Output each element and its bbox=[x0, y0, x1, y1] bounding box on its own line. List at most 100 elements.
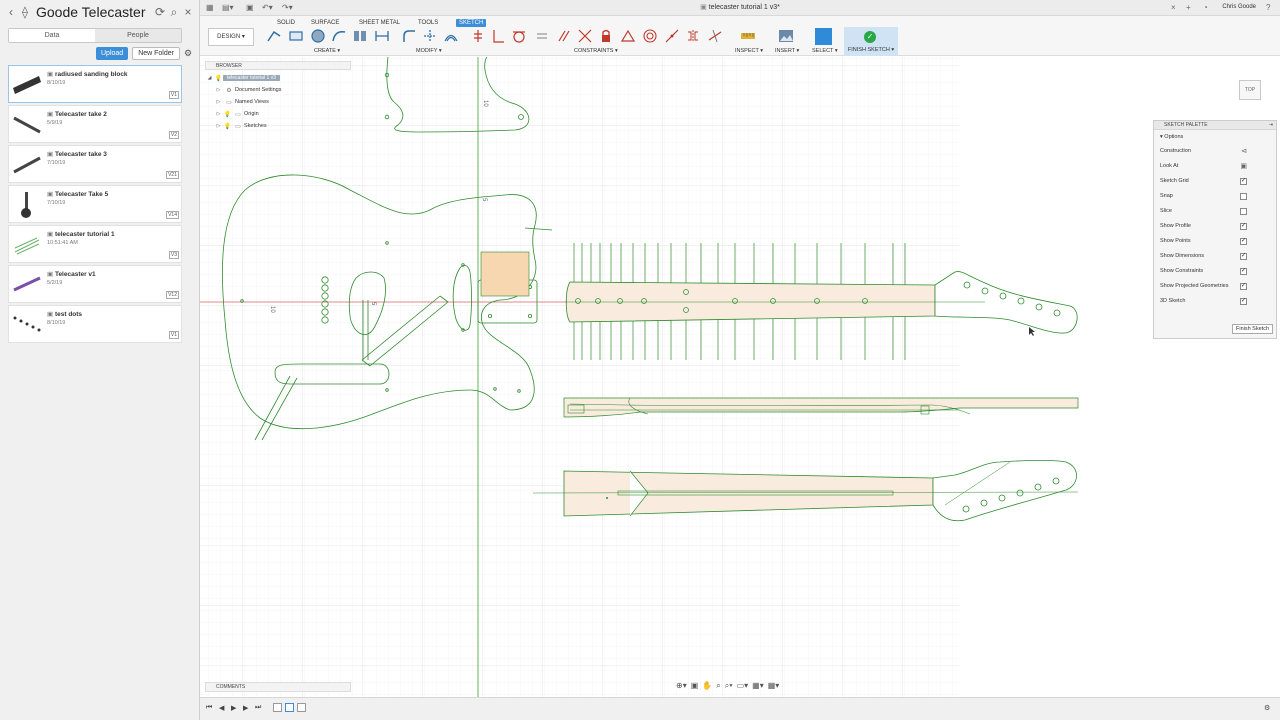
browser-item-sketches[interactable]: ▷ 💡 ▭ Sketches bbox=[205, 120, 351, 132]
expand-icon[interactable]: ▷ bbox=[214, 123, 223, 129]
file-item[interactable]: radiused sanding block 8/10/19 V1 bbox=[8, 65, 182, 103]
horizontal-vertical-constraint-icon[interactable] bbox=[664, 28, 680, 44]
tab-tools[interactable]: TOOLS bbox=[415, 19, 441, 27]
create-menu[interactable]: CREATE ▾ bbox=[314, 48, 340, 54]
visibility-bulb-icon[interactable]: 💡 bbox=[223, 123, 232, 130]
dimension-label[interactable]: 10 bbox=[269, 306, 275, 313]
palette-row[interactable]: Show Projected Geometries ✓ bbox=[1154, 279, 1276, 294]
palette-checkbox[interactable] bbox=[1240, 193, 1247, 200]
inspect-menu[interactable]: INSPECT ▾ bbox=[735, 48, 763, 54]
collapse-arrows-icon[interactable]: ⇥ bbox=[1269, 121, 1273, 130]
palette-checkbox[interactable]: ✓ bbox=[1240, 223, 1247, 230]
workspace-design-button[interactable]: DESIGN ▾ bbox=[208, 28, 254, 46]
rectangle-tool-icon[interactable] bbox=[288, 28, 304, 44]
line-tool-icon[interactable] bbox=[266, 28, 282, 44]
palette-row[interactable]: Sketch Grid ✓ bbox=[1154, 174, 1276, 189]
sketch-canvas[interactable]: 10 5 10 5 bbox=[200, 57, 1280, 697]
browser-item-document-settings[interactable]: ▷ ⚙ Document Settings bbox=[205, 84, 351, 96]
insert-image-icon[interactable] bbox=[778, 28, 794, 44]
perpendicular-constraint-icon[interactable] bbox=[490, 28, 506, 44]
expand-icon[interactable]: ▷ bbox=[214, 87, 223, 93]
upload-button[interactable]: Upload bbox=[96, 47, 129, 60]
back-icon[interactable]: ‹ bbox=[4, 5, 18, 19]
version-badge[interactable]: V21 bbox=[166, 171, 179, 179]
timeline-sketch-item[interactable] bbox=[297, 703, 306, 712]
visibility-bulb-icon[interactable]: 💡 bbox=[223, 111, 232, 118]
version-badge[interactable]: V1 bbox=[168, 91, 179, 99]
user-name[interactable]: Chris Goode bbox=[1222, 4, 1256, 10]
sketch-palette-header[interactable]: SKETCH PALETTE ⇥ bbox=[1154, 121, 1276, 130]
palette-checkbox[interactable]: ✓ bbox=[1240, 268, 1247, 275]
smooth-constraint-icon[interactable] bbox=[707, 28, 723, 44]
comments-panel[interactable]: COMMENTS bbox=[205, 682, 351, 692]
orbit-icon[interactable]: ⊕▾ bbox=[676, 681, 687, 691]
concentric-constraint-icon[interactable] bbox=[642, 28, 658, 44]
browser-header[interactable]: BROWSER bbox=[205, 61, 351, 70]
palette-row[interactable]: Snap bbox=[1154, 189, 1276, 204]
palette-row[interactable]: 3D Sketch ✓ bbox=[1154, 294, 1276, 309]
tab-data[interactable]: Data bbox=[9, 29, 95, 42]
palette-checkbox[interactable]: ✓ bbox=[1240, 283, 1247, 290]
palette-checkbox[interactable]: ✓ bbox=[1240, 238, 1247, 245]
browser-item-origin[interactable]: ▷ 💡 ▭ Origin bbox=[205, 108, 351, 120]
help-icon[interactable]: ? bbox=[1266, 3, 1270, 12]
play-icon[interactable]: ▶ bbox=[231, 704, 236, 712]
trim-tool-icon[interactable] bbox=[422, 28, 438, 44]
midpoint-constraint-icon[interactable] bbox=[620, 28, 636, 44]
browser-item-named-views[interactable]: ▷ ▭ Named Views bbox=[205, 96, 351, 108]
expand-icon[interactable]: ▷ bbox=[214, 111, 223, 117]
step-back-icon[interactable]: ◀ bbox=[219, 704, 224, 712]
constraints-menu[interactable]: CONSTRAINTS ▾ bbox=[574, 48, 618, 54]
palette-row[interactable]: Show Points ✓ bbox=[1154, 234, 1276, 249]
fix-constraint-icon[interactable] bbox=[598, 28, 614, 44]
tab-sheet-metal[interactable]: SHEET METAL bbox=[356, 19, 403, 27]
forward-to-end-icon[interactable]: ⏭ bbox=[255, 704, 261, 712]
grid-settings-icon[interactable]: ▦▾ bbox=[752, 681, 764, 691]
zoom-icon[interactable]: ⌕ bbox=[716, 681, 720, 691]
timeline-sketch-item[interactable] bbox=[285, 703, 294, 712]
view-cube[interactable]: TOP bbox=[1236, 75, 1266, 105]
clock-icon[interactable]: ◔ bbox=[1203, 3, 1208, 12]
new-tab-icon[interactable]: + bbox=[1186, 3, 1191, 12]
timeline-sketch-item[interactable] bbox=[273, 703, 282, 712]
view-cube-face[interactable]: TOP bbox=[1239, 80, 1261, 100]
finish-sketch-palette-button[interactable]: Finish Sketch bbox=[1231, 324, 1273, 334]
palette-row[interactable]: Show Constraints ✓ bbox=[1154, 264, 1276, 279]
close-icon[interactable]: × bbox=[181, 5, 195, 19]
look-at-icon[interactable]: ▣ bbox=[1240, 159, 1247, 174]
tab-sketch[interactable]: SKETCH bbox=[456, 19, 487, 27]
close-tab-icon[interactable]: × bbox=[1171, 3, 1176, 12]
fillet-tool-icon[interactable] bbox=[401, 28, 417, 44]
file-item[interactable]: telecaster tutorial 1 10:51:41 AM V3 bbox=[8, 225, 182, 263]
file-item[interactable]: Telecaster take 3 7/10/19 V21 bbox=[8, 145, 182, 183]
modify-menu[interactable]: MODIFY ▾ bbox=[416, 48, 442, 54]
refresh-icon[interactable]: ⟳ bbox=[153, 5, 167, 19]
parallel-constraint-icon[interactable] bbox=[556, 28, 572, 44]
arc-tool-icon[interactable] bbox=[331, 28, 347, 44]
measure-tool-icon[interactable] bbox=[740, 28, 756, 44]
file-item[interactable]: test dots 8/10/19 V1 bbox=[8, 305, 182, 343]
hub-icon[interactable]: ⟠ bbox=[18, 5, 32, 19]
palette-row[interactable]: Show Dimensions ✓ bbox=[1154, 249, 1276, 264]
offset-tool-icon[interactable] bbox=[443, 28, 459, 44]
step-forward-icon[interactable]: ▶ bbox=[243, 704, 248, 712]
mirror-tool-icon[interactable] bbox=[352, 28, 368, 44]
new-folder-button[interactable]: New Folder bbox=[132, 47, 180, 60]
dimension-tool-icon[interactable] bbox=[374, 28, 390, 44]
viewports-icon[interactable]: ▦▾ bbox=[768, 681, 780, 691]
equal-constraint-icon[interactable] bbox=[534, 28, 550, 44]
finish-sketch-button[interactable]: ✓ FINISH SKETCH ▾ bbox=[844, 27, 898, 56]
file-item[interactable]: Telecaster v1 5/2/19 V12 bbox=[8, 265, 182, 303]
construction-line-icon[interactable]: ⊲ bbox=[1241, 144, 1247, 159]
collapse-icon[interactable]: ◢ bbox=[205, 75, 214, 81]
tab-surface[interactable]: SURFACE bbox=[308, 19, 342, 27]
circle-tool-icon[interactable] bbox=[310, 28, 326, 44]
file-item[interactable]: Telecaster take 2 5/9/19 V2 bbox=[8, 105, 182, 143]
visibility-bulb-icon[interactable]: 💡 bbox=[214, 75, 223, 82]
version-badge[interactable]: V2 bbox=[168, 131, 179, 139]
version-badge[interactable]: V14 bbox=[166, 211, 179, 219]
select-tool-icon[interactable] bbox=[815, 28, 832, 45]
look-at-icon[interactable]: ▣ bbox=[691, 681, 699, 691]
expand-icon[interactable]: ▷ bbox=[214, 99, 223, 105]
file-item[interactable]: Telecaster Take 5 7/10/19 V14 bbox=[8, 185, 182, 223]
